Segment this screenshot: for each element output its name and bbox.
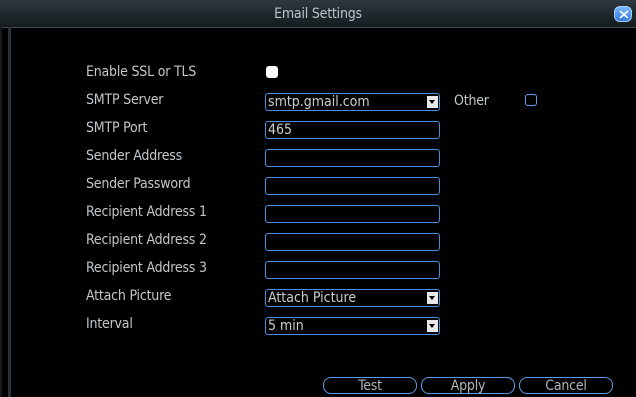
chevron-down-icon xyxy=(427,320,438,332)
sender-password-label: Sender Password xyxy=(86,176,191,192)
interval-value: 5 min xyxy=(268,318,304,334)
apply-button[interactable]: Apply xyxy=(421,377,515,394)
sender-password-input[interactable] xyxy=(265,177,440,195)
recipient-address-1-label: Recipient Address 1 xyxy=(86,204,207,220)
smtp-server-value: smtp.gmail.com xyxy=(268,94,370,110)
window-title: Email Settings xyxy=(274,6,362,22)
other-checkbox[interactable] xyxy=(525,94,537,106)
recipient-address-3-label: Recipient Address 3 xyxy=(86,260,207,276)
title-bar: Email Settings xyxy=(0,0,636,28)
chevron-down-icon xyxy=(427,96,438,108)
test-button[interactable]: Test xyxy=(323,377,417,394)
smtp-port-label: SMTP Port xyxy=(86,120,148,136)
close-button[interactable] xyxy=(614,6,632,22)
recipient-address-2-label: Recipient Address 2 xyxy=(86,232,207,248)
email-settings-window: Email Settings Enable SSL or TLS SMTP Se… xyxy=(0,0,636,397)
smtp-server-dropdown[interactable]: smtp.gmail.com xyxy=(265,93,440,111)
attach-picture-label: Attach Picture xyxy=(86,288,172,304)
sender-address-input[interactable] xyxy=(265,149,440,167)
ssl-label: Enable SSL or TLS xyxy=(86,64,197,80)
recipient-address-1-input[interactable] xyxy=(265,205,440,223)
chevron-down-icon xyxy=(427,292,438,304)
attach-picture-value: Attach Picture xyxy=(268,290,357,306)
other-label: Other xyxy=(454,93,489,109)
ssl-checkbox[interactable] xyxy=(266,66,278,78)
interval-label: Interval xyxy=(86,316,133,332)
window-frame-edge xyxy=(8,27,11,397)
recipient-address-3-input[interactable] xyxy=(265,261,440,279)
smtp-port-input[interactable]: 465 xyxy=(265,121,440,139)
close-icon xyxy=(619,10,629,19)
smtp-server-label: SMTP Server xyxy=(86,92,164,108)
interval-dropdown[interactable]: 5 min xyxy=(265,317,440,335)
sender-address-label: Sender Address xyxy=(86,148,182,164)
recipient-address-2-input[interactable] xyxy=(265,233,440,251)
attach-picture-dropdown[interactable]: Attach Picture xyxy=(265,289,440,307)
window-frame-outer xyxy=(0,27,2,397)
cancel-button[interactable]: Cancel xyxy=(519,377,613,394)
smtp-port-value: 465 xyxy=(268,122,293,138)
